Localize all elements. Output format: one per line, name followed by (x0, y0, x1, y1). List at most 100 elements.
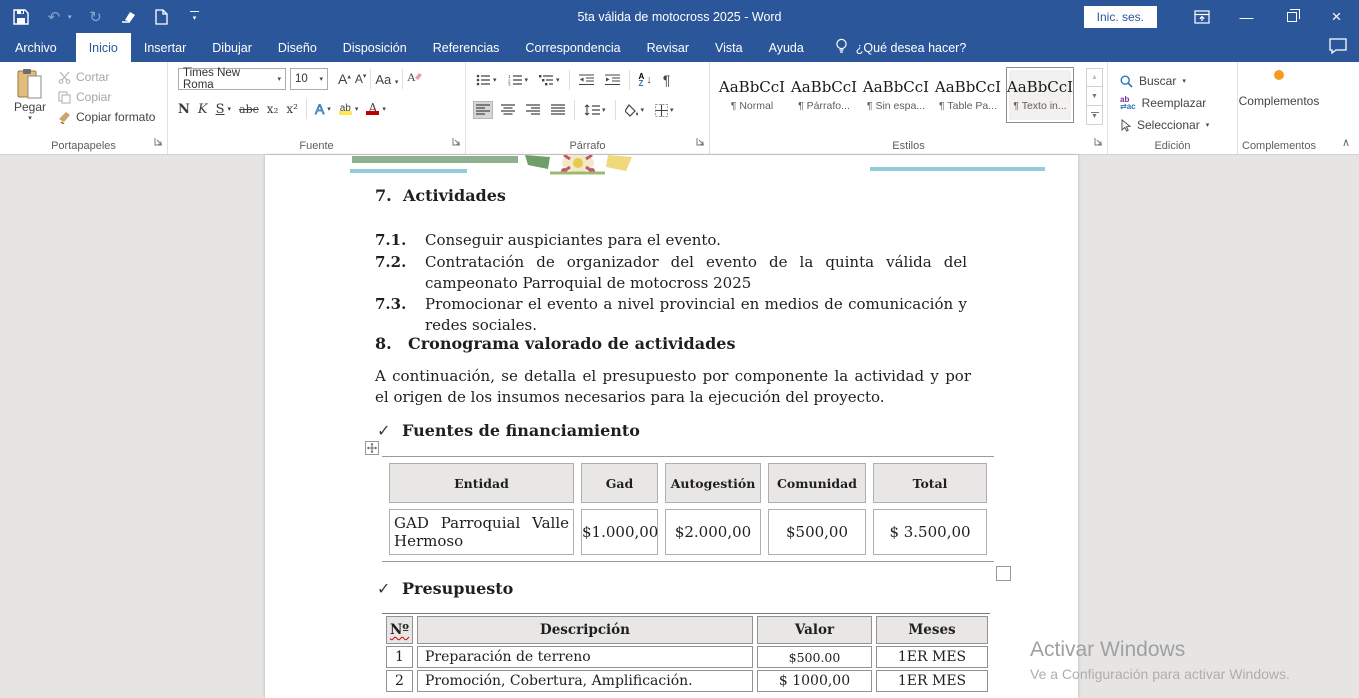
line-spacing-button[interactable]: ▾ (582, 102, 608, 118)
font-size-select[interactable]: 10▾ (290, 68, 328, 90)
bold-button[interactable]: N (178, 102, 190, 117)
funding-table[interactable]: Entidad Gad Autogestión Comunidad Total … (382, 456, 994, 562)
text-effects-button[interactable]: A (315, 101, 324, 117)
comments-icon[interactable] (1329, 38, 1347, 57)
format-painter-button[interactable]: Copiar formato (58, 110, 155, 124)
text-effects-dropdown-icon[interactable]: ▾ (327, 105, 331, 113)
collapse-ribbon-icon[interactable]: ∧ (1342, 136, 1350, 149)
superscript-button[interactable]: x² (286, 102, 298, 116)
minimize-button[interactable]: — (1224, 0, 1269, 33)
table-cell: $ 1000,00 (757, 670, 872, 692)
tab-ayuda[interactable]: Ayuda (756, 33, 817, 62)
sort-button[interactable]: AZ↓ (637, 71, 654, 89)
tab-revisar[interactable]: Revisar (634, 33, 702, 62)
bullet-list-icon (476, 74, 491, 86)
save-icon[interactable] (12, 8, 30, 26)
new-document-icon[interactable] (153, 8, 171, 26)
multilevel-list-button[interactable]: ▾ (537, 72, 562, 88)
change-case-button[interactable]: Aa ▾ (375, 72, 398, 87)
replace-button[interactable]: ab⇄ac Reemplazar (1120, 92, 1237, 114)
highlight-dropdown-icon[interactable]: ▾ (355, 105, 359, 113)
tab-diseno[interactable]: Diseño (265, 33, 330, 62)
styles-scroll-up-icon[interactable]: ▲ (1086, 68, 1103, 87)
table-header-cell: Descripción (417, 616, 753, 644)
styles-dialog-launcher-icon[interactable] (1094, 133, 1103, 151)
document-area: HERMOSO 7. Actividades 7.1. Conseguir au… (0, 155, 1359, 698)
section-8-heading: 8. Cronograma valorado de actividades (375, 334, 735, 353)
tab-insertar[interactable]: Insertar (131, 33, 199, 62)
document-page[interactable]: HERMOSO 7. Actividades 7.1. Conseguir au… (265, 155, 1078, 698)
style-card-table-paragraph[interactable]: AaBbCcI¶ Table Pa... (934, 67, 1002, 123)
styles-more-icon[interactable]: ▼ (1086, 106, 1103, 125)
clear-formatting-button[interactable]: A (407, 70, 423, 89)
restore-button[interactable] (1269, 0, 1314, 33)
increase-indent-button[interactable] (603, 72, 622, 88)
table-cell: 1ER MES (876, 670, 988, 692)
style-card-texto-independiente[interactable]: AaBbCcI¶ Texto in... (1006, 67, 1074, 123)
shading-button[interactable]: ▾ (623, 102, 647, 119)
addins-button[interactable]: Complementos (1238, 70, 1320, 108)
font-color-button[interactable]: A (366, 103, 379, 115)
svg-text:A: A (407, 70, 416, 84)
highlight-button[interactable]: ab (339, 104, 352, 115)
customize-qat-icon[interactable]: ▾ (186, 8, 204, 26)
table-cell: GAD Parroquial Valle Hermoso (389, 509, 574, 555)
budget-table[interactable]: Nº Descripción Valor Meses 1 Preparación… (382, 613, 990, 694)
grow-font-button[interactable]: A▴ (338, 71, 351, 87)
font-color-dropdown-icon[interactable]: ▾ (382, 105, 386, 113)
find-button[interactable]: Buscar▾ (1120, 70, 1237, 92)
check-bullet-icon: ✓ (377, 579, 402, 598)
borders-icon (655, 104, 668, 117)
style-card-normal[interactable]: AaBbCcI¶ Normal (718, 67, 786, 123)
bullet-list-button[interactable]: ▾ (474, 72, 499, 88)
table-cell: $500.00 (757, 646, 872, 668)
underline-dropdown-icon[interactable]: ▾ (228, 105, 232, 113)
group-label-paragraph: Párrafo (466, 140, 709, 152)
font-family-select[interactable]: Times New Roma▾ (178, 68, 286, 90)
show-paragraph-marks-button[interactable]: ¶ (661, 70, 673, 90)
header-green-bar (352, 156, 518, 163)
numbered-list-button[interactable]: 123▾ (506, 72, 531, 88)
table-cell: 1 (386, 646, 413, 668)
borders-button[interactable]: ▾ (653, 102, 676, 119)
tab-referencias[interactable]: Referencias (420, 33, 513, 62)
tab-inicio[interactable]: Inicio (76, 33, 131, 62)
subscript-button[interactable]: x₂ (267, 102, 279, 116)
tab-disposicion[interactable]: Disposición (330, 33, 420, 62)
styles-scroll-down-icon[interactable]: ▼ (1086, 87, 1103, 106)
table-cell: Preparación de terreno (417, 646, 753, 668)
paste-button[interactable]: Pegar ▾ (8, 68, 52, 142)
tab-vista[interactable]: Vista (702, 33, 756, 62)
tab-archivo[interactable]: Archivo (2, 33, 70, 62)
tab-correspondencia[interactable]: Correspondencia (512, 33, 633, 62)
eraser-icon[interactable] (120, 8, 138, 26)
align-center-button[interactable] (499, 102, 517, 118)
table-move-handle[interactable] (365, 441, 379, 455)
sign-in-button[interactable]: Inic. ses. (1084, 6, 1157, 28)
align-left-button[interactable] (474, 102, 492, 118)
paragraph-dialog-launcher-icon[interactable] (696, 133, 705, 151)
ribbon-display-options-icon[interactable] (1179, 0, 1224, 33)
group-label-font: Fuente (168, 140, 465, 152)
numbered-list-icon: 123 (508, 74, 523, 86)
align-right-button[interactable] (524, 102, 542, 118)
table-header-cell: Nº (386, 616, 413, 644)
justify-button[interactable] (549, 102, 567, 118)
addin-dot-icon (1274, 70, 1284, 80)
tell-me-box[interactable]: ¿Qué desea hacer? (817, 33, 967, 62)
underline-button[interactable]: S (216, 102, 225, 117)
table-resize-handle[interactable] (996, 566, 1011, 581)
clipboard-dialog-launcher-icon[interactable] (154, 133, 163, 151)
tab-dibujar[interactable]: Dibujar (199, 33, 265, 62)
select-cursor-icon (1120, 119, 1131, 132)
font-dialog-launcher-icon[interactable] (452, 133, 461, 151)
style-card-sin-espaciado[interactable]: AaBbCcI¶ Sin espa... (862, 67, 930, 123)
title-bar: ↶ ▾ ↻ ▾ 5ta válida de motocross 2025 - W… (0, 0, 1359, 33)
close-button[interactable]: × (1314, 0, 1359, 33)
italic-button[interactable]: K (198, 102, 208, 117)
shrink-font-button[interactable]: A▾ (355, 72, 367, 86)
style-card-parrafo[interactable]: AaBbCcI¶ Párrafo... (790, 67, 858, 123)
strikethrough-button[interactable]: abc (239, 103, 259, 116)
decrease-indent-button[interactable] (577, 72, 596, 88)
select-button[interactable]: Seleccionar▾ (1120, 114, 1237, 136)
